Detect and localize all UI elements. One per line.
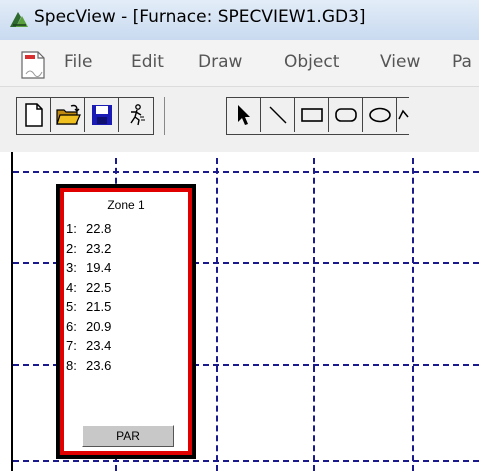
menu-bar: File Edit Draw Object View Pa (0, 40, 479, 87)
zone-reading-row: 4: 22.5 (66, 280, 111, 295)
line-icon (269, 106, 286, 124)
zone-reading-value: 23.4 (86, 338, 112, 353)
menu-view[interactable]: View (380, 52, 420, 72)
rectangle-tool-button[interactable] (295, 98, 329, 132)
zone-reading-row: 2: 23.2 (66, 241, 111, 256)
polygon-tool-button[interactable] (397, 98, 409, 132)
file-tools-group (16, 97, 154, 135)
menu-file[interactable]: File (64, 52, 92, 72)
save-button[interactable] (85, 98, 119, 132)
grid-line (216, 158, 218, 471)
zone-reading-row: 3: 19.4 (66, 260, 111, 275)
rounded-rectangle-icon (334, 108, 357, 122)
toolbar (0, 87, 479, 152)
zone-reading-value: 22.5 (86, 279, 112, 295)
zone-frame: Zone 1 1: 22.8 2: 23.2 3: 19.4 4: 22.5 5: 21.5 6: 2… (60, 188, 192, 455)
specview-logo-icon (10, 12, 28, 27)
draw-tools-group (226, 97, 409, 135)
canvas-border (11, 152, 13, 471)
zone-reading-value: 23.6 (86, 357, 112, 373)
new-file-icon (24, 103, 43, 127)
document-icon[interactable] (18, 50, 48, 80)
open-folder-icon (55, 104, 81, 125)
zone-reading-index: 8: (66, 357, 77, 373)
zone-widget[interactable]: Zone 1 1: 22.8 2: 23.2 3: 19.4 4: 22.5 5: 21.5 6: 2… (56, 184, 196, 459)
menu-draw[interactable]: Draw (198, 52, 242, 72)
ellipse-tool-button[interactable] (363, 98, 397, 132)
ellipse-icon (368, 107, 391, 123)
grid-line (412, 158, 414, 471)
zone-reading-row: 1: 22.8 (66, 221, 111, 236)
zone-reading-index: 2: (66, 240, 77, 256)
rounded-rectangle-tool-button[interactable] (329, 98, 363, 132)
select-arrow-icon (237, 105, 250, 125)
menu-pa[interactable]: Pa (452, 52, 472, 72)
zone-reading-index: 7: (66, 338, 77, 353)
new-file-button[interactable] (17, 98, 51, 132)
grid-line (13, 460, 479, 462)
rectangle-icon (300, 108, 323, 122)
zone-reading-row: 6: 20.9 (66, 319, 111, 334)
zone-reading-index: 3: (66, 260, 77, 275)
zone-reading-value: 21.5 (86, 299, 112, 314)
menu-edit[interactable]: Edit (131, 52, 164, 72)
zone-reading-value: 20.9 (86, 318, 112, 334)
zone-reading-value: 22.8 (86, 221, 112, 236)
zone-reading-row: 7: 23.4 (66, 338, 111, 353)
zone-reading-value: 23.2 (86, 240, 112, 256)
polygon-icon (398, 109, 409, 120)
run-button[interactable] (119, 98, 153, 132)
open-file-button[interactable] (51, 98, 85, 132)
grid-line (313, 158, 315, 471)
par-button[interactable]: PAR (82, 425, 174, 447)
save-disk-icon (91, 105, 112, 125)
zone-reading-row: 5: 21.5 (66, 299, 111, 314)
title-bar[interactable]: SpecView - [Furnace: SPECVIEW1.GD3] (0, 0, 479, 41)
zone-reading-value: 19.4 (86, 260, 112, 275)
grid-line (13, 171, 479, 173)
zone-reading-index: 6: (66, 318, 77, 334)
menu-object[interactable]: Object (284, 52, 339, 72)
zone-reading-index: 4: (66, 279, 77, 295)
zone-reading-row: 8: 23.6 (66, 358, 111, 373)
select-tool-button[interactable] (227, 98, 261, 132)
zone-title: Zone 1 (107, 198, 145, 212)
run-icon (130, 104, 145, 126)
window-title: SpecView - [Furnace: SPECVIEW1.GD3] (34, 7, 366, 27)
toolbar-separator (164, 97, 165, 135)
line-tool-button[interactable] (261, 98, 295, 132)
zone-reading-index: 5: (66, 299, 77, 314)
zone-reading-index: 1: (66, 221, 77, 236)
